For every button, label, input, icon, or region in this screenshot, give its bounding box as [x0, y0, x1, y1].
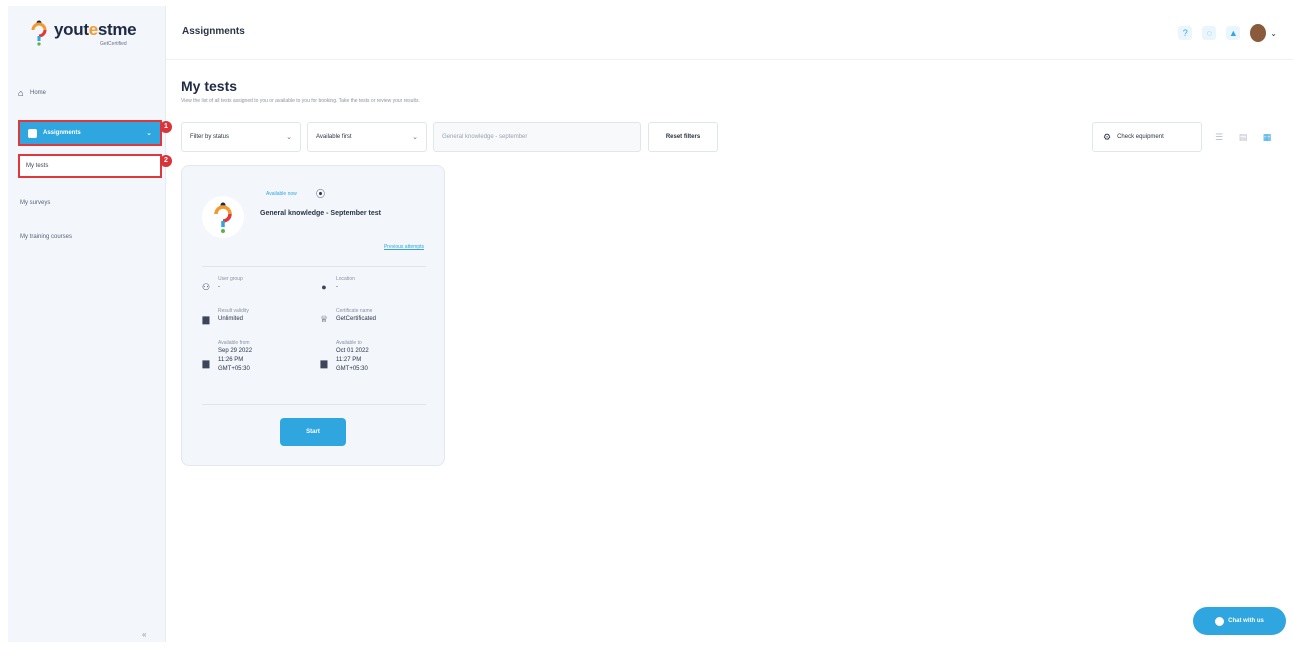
sidebar-item-label: My training courses: [20, 234, 73, 240]
chevron-down-icon: ⌄: [412, 134, 418, 141]
calendar-icon: ▆: [202, 314, 210, 324]
availability-select[interactable]: Available first ⌄: [307, 122, 427, 152]
test-logo: [202, 196, 244, 238]
app-root: youtestme GetCertified ⌂ Home Assignment…: [0, 0, 1293, 645]
sidebar-item-label: My surveys: [20, 200, 51, 206]
availability-value: Available first: [316, 134, 352, 140]
test-title: General knowledge - September test: [260, 210, 381, 217]
logo-icon: [28, 20, 50, 46]
location-field: Location -: [336, 276, 355, 290]
search-input[interactable]: General knowledge - september: [433, 122, 641, 152]
filter-status-value: Filter by status: [190, 134, 230, 140]
table-view-icon[interactable]: ▤: [1232, 122, 1254, 152]
logo-subtitle: GetCertified: [100, 41, 127, 47]
page-subtitle: View the list of all tests assigned to y…: [181, 98, 420, 104]
chevron-down-icon: ⌄: [286, 134, 292, 141]
chat-icon: [1215, 616, 1225, 626]
certificate-field: Certificate name GetCertificated: [336, 308, 377, 322]
divider: [202, 404, 426, 405]
chat-label: Chat with us: [1228, 618, 1264, 624]
logo[interactable]: youtestme GetCertified: [28, 20, 137, 47]
annotation-badge: 1: [160, 121, 172, 133]
page-title: My tests: [181, 78, 238, 94]
equipment-icon: ⚙: [1103, 131, 1112, 142]
sidebar-item-label: Assignments: [43, 130, 81, 136]
certificate-icon: ♕: [319, 314, 329, 324]
help-icon[interactable]: ?: [1178, 26, 1193, 40]
top-bar: Assignments ? ◌ ▲ ⌄: [166, 6, 1293, 60]
annotation-badge: 2: [160, 155, 172, 167]
filter-status-select[interactable]: Filter by status ⌄: [181, 122, 301, 152]
sidebar-item-my-tests[interactable]: My tests: [18, 154, 162, 178]
breadcrumb: Assignments: [182, 26, 245, 37]
sidebar: youtestme GetCertified ⌂ Home Assignment…: [8, 6, 166, 642]
check-equipment-button[interactable]: ⚙ Check equipment: [1092, 122, 1202, 152]
assignments-icon: [28, 128, 37, 138]
divider: [202, 266, 426, 267]
available-to-field: Available to Oct 01 2022 11:27 PM GMT+05…: [336, 340, 369, 372]
sidebar-item-label: Home: [30, 90, 47, 96]
users-icon: ⚇: [201, 282, 211, 292]
sidebar-item-home[interactable]: ⌂ Home: [18, 84, 158, 102]
calendar-icon: ▆: [202, 358, 210, 368]
result-validity-field: Result validity Unlimited: [218, 308, 249, 322]
chat-with-us-button[interactable]: Chat with us: [1193, 607, 1286, 635]
test-card: Available now ⦿ General knowledge - Sept…: [181, 165, 445, 466]
previous-attempts-link[interactable]: Previous attempts: [384, 244, 424, 250]
sidebar-item-assignments[interactable]: Assignments ⌄: [18, 120, 162, 146]
check-equipment-label: Check equipment: [1117, 134, 1164, 140]
chevron-down-icon: ⌄: [146, 130, 152, 137]
location-icon: ●: [321, 282, 327, 292]
availability-status: Available now: [266, 191, 297, 197]
available-from-field: Available from Sep 29 2022 11:26 PM GMT+…: [218, 340, 253, 372]
top-icons: ? ◌ ▲ ⌄: [1178, 24, 1277, 42]
chevron-down-icon[interactable]: ⌄: [1270, 29, 1277, 38]
sidebar-item-label: My tests: [26, 163, 49, 169]
logo-text: youtestme: [54, 20, 137, 39]
bell-icon[interactable]: ▲: [1226, 26, 1241, 40]
collapse-sidebar-icon[interactable]: «: [142, 630, 146, 639]
user-group-field: User group -: [218, 276, 243, 290]
sidebar-item-my-surveys[interactable]: My surveys: [18, 196, 158, 210]
webcam-icon: ⦿: [316, 189, 326, 199]
search-input-value: General knowledge - september: [442, 134, 528, 140]
reset-filters-button[interactable]: Reset filters: [648, 122, 718, 152]
grid-view-icon[interactable]: ▦: [1256, 122, 1278, 152]
sidebar-item-my-training-courses[interactable]: My training courses: [18, 230, 158, 244]
avatar[interactable]: [1250, 24, 1267, 42]
start-button[interactable]: Start: [280, 418, 346, 446]
list-view-icon[interactable]: ☰: [1208, 122, 1230, 152]
home-icon: ⌂: [18, 88, 24, 98]
calendar-icon: ▆: [320, 358, 328, 368]
lightbulb-icon[interactable]: ◌: [1202, 26, 1217, 40]
